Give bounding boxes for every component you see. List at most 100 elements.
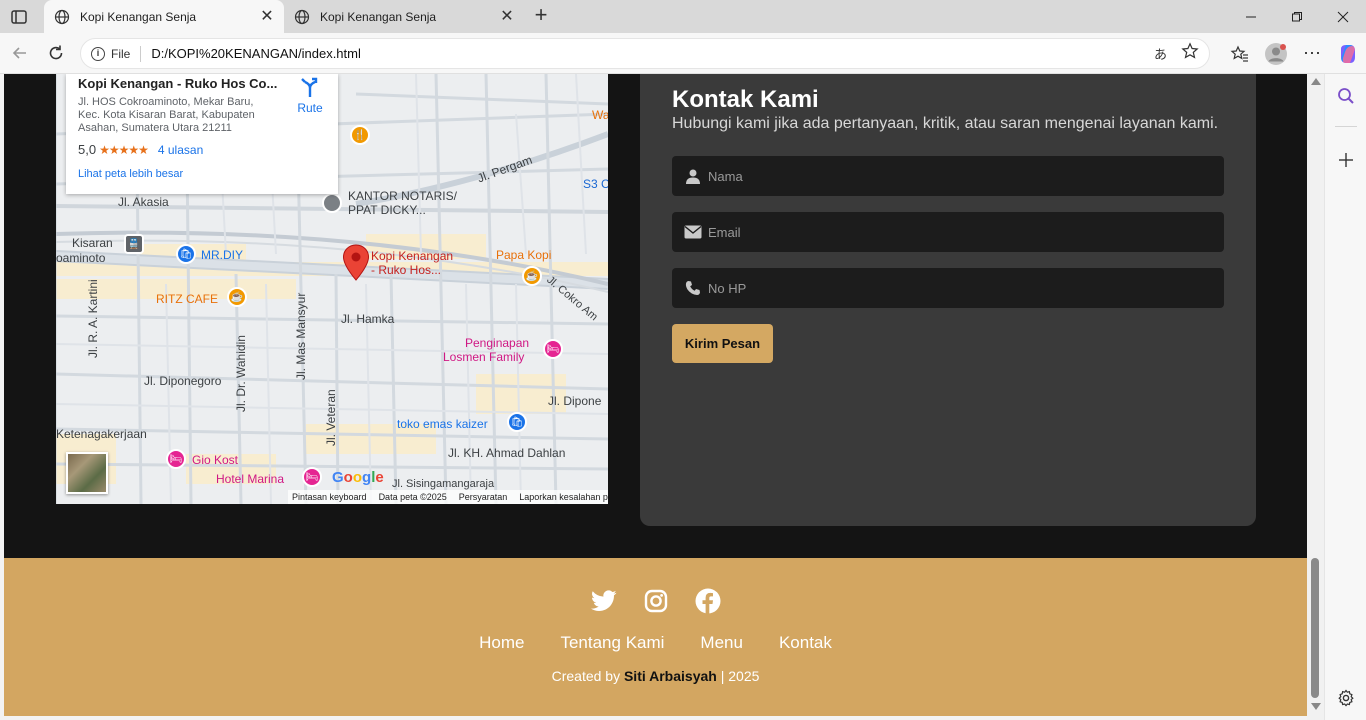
map-attribution-bar: Pintasan keyboard Data peta ©2025 Persya… xyxy=(288,490,608,504)
place-pin-icon[interactable] xyxy=(322,193,342,213)
scroll-down-arrow-icon[interactable] xyxy=(1311,703,1321,710)
star-rating-icon: ★★★★★ xyxy=(99,142,149,157)
search-icon[interactable] xyxy=(1334,84,1358,108)
new-tab-button[interactable]: + xyxy=(530,4,552,27)
info-icon: i xyxy=(91,46,105,61)
footer-link-about[interactable]: Tentang Kami xyxy=(560,633,664,653)
map-data-label: Data peta ©2025 xyxy=(378,492,447,502)
tab-active[interactable]: Kopi Kenangan Senja ✕ xyxy=(44,0,284,33)
cafe-pin-icon[interactable]: ☕ xyxy=(227,287,247,307)
map-label: PPAT DICKY... xyxy=(348,203,426,217)
terms-link[interactable]: Persyaratan xyxy=(459,492,508,502)
directions-icon xyxy=(301,77,318,97)
browser-toolbar: i File D:/KOPI%20KENANGAN/index.html あ ⋯ xyxy=(0,33,1366,74)
close-window-button[interactable] xyxy=(1320,0,1366,33)
keyboard-shortcuts-link[interactable]: Pintasan keyboard xyxy=(292,492,367,502)
credit-year: | 2025 xyxy=(720,668,760,684)
phone-field[interactable] xyxy=(672,268,1224,308)
map-label: Wa xyxy=(592,108,608,122)
report-error-link[interactable]: Laporkan kesalahan peta xyxy=(519,492,608,502)
site-info-button[interactable]: i File xyxy=(91,46,130,61)
credit-prefix: Created by xyxy=(551,668,621,684)
page-scrollbar[interactable] xyxy=(1307,74,1324,720)
send-message-button[interactable]: Kirim Pesan xyxy=(672,324,773,363)
shopping-pin-icon[interactable]: 🛍 xyxy=(507,412,527,432)
location-marker-icon[interactable] xyxy=(342,244,370,287)
map-label: Jl. R. A. Kartini xyxy=(86,279,100,358)
page-viewport: KANTOR NOTARIS/ PPAT DICKY... Jl. Akasia… xyxy=(4,74,1307,716)
map-label: Kisaran xyxy=(72,236,113,250)
email-input[interactable] xyxy=(708,224,1208,240)
satellite-toggle[interactable] xyxy=(66,452,108,494)
map-label: Jl. Dr. Wahidin xyxy=(234,335,248,412)
favorites-icon[interactable] xyxy=(1222,39,1258,69)
hotel-pin-icon[interactable]: 🛏 xyxy=(543,339,563,359)
map-label: toko emas kaizer xyxy=(397,417,488,431)
reviews-link[interactable]: 4 ulasan xyxy=(158,143,203,157)
edge-sidebar xyxy=(1324,74,1366,720)
map-label: Jl. Diponegoro xyxy=(144,374,222,388)
tab-actions-icon[interactable] xyxy=(8,6,30,28)
phone-input[interactable] xyxy=(708,280,1208,296)
map-label: oaminoto xyxy=(56,251,106,265)
contact-title: Kontak Kami xyxy=(672,86,819,113)
favorite-star-icon[interactable] xyxy=(1181,42,1199,65)
hotel-pin-icon[interactable]: 🛏 xyxy=(302,467,322,487)
social-links xyxy=(591,588,721,614)
footer-link-home[interactable]: Home xyxy=(479,633,524,653)
close-tab-icon[interactable]: ✕ xyxy=(500,8,514,24)
map-label: Jl. KH. Ahmad Dahlan xyxy=(448,446,566,460)
tab-bar: Kopi Kenangan Senja ✕ Kopi Kenangan Senj… xyxy=(0,0,1366,33)
restaurant-pin-icon[interactable]: 🍴 xyxy=(350,125,370,145)
directions-button[interactable]: Rute xyxy=(290,76,330,115)
map-label: Losmen Family xyxy=(443,350,525,364)
settings-gear-icon[interactable] xyxy=(1334,686,1358,710)
address-bar[interactable]: i File D:/KOPI%20KENANGAN/index.html あ xyxy=(80,38,1210,69)
contact-subtitle: Hubungi kami jika ada pertanyaan, kritik… xyxy=(672,115,1219,132)
scroll-up-arrow-icon[interactable] xyxy=(1311,78,1321,85)
name-input[interactable] xyxy=(708,168,1208,184)
contact-section: KANTOR NOTARIS/ PPAT DICKY... Jl. Akasia… xyxy=(4,74,1307,558)
map-label: Ketenagakerjaan xyxy=(56,427,147,441)
view-larger-map-link[interactable]: Lihat peta lebih besar xyxy=(78,168,326,180)
restore-button[interactable] xyxy=(1274,0,1320,33)
minimize-button[interactable] xyxy=(1228,0,1274,33)
contact-form-card: Kontak Kami Hubungi kami jika ada pertan… xyxy=(640,74,1256,526)
footer-link-contact[interactable]: Kontak xyxy=(779,633,832,653)
back-arrow-icon[interactable] xyxy=(8,41,32,65)
more-options-icon[interactable]: ⋯ xyxy=(1294,39,1330,69)
url-text[interactable]: D:/KOPI%20KENANGAN/index.html xyxy=(151,46,1154,61)
phone-icon xyxy=(684,279,702,297)
footer-link-menu[interactable]: Menu xyxy=(700,633,743,653)
address-divider xyxy=(140,45,142,62)
site-footer: Home Tentang Kami Menu Kontak Created by… xyxy=(4,558,1307,716)
map-label: Hotel Marina xyxy=(216,472,285,486)
read-aloud-icon[interactable]: あ xyxy=(1154,44,1167,63)
user-icon xyxy=(684,167,702,185)
twitter-icon[interactable] xyxy=(591,588,617,614)
facebook-icon[interactable] xyxy=(695,588,721,614)
train-station-icon[interactable]: 🚆 xyxy=(124,234,144,254)
cafe-pin-icon[interactable]: ☕ xyxy=(522,266,542,286)
google-map-embed[interactable]: KANTOR NOTARIS/ PPAT DICKY... Jl. Akasia… xyxy=(56,74,608,504)
map-label: Penginapan xyxy=(465,336,530,350)
shopping-pin-icon[interactable]: 🛍 xyxy=(176,244,196,264)
name-field[interactable] xyxy=(672,156,1224,196)
copilot-icon[interactable] xyxy=(1330,39,1366,69)
globe-icon xyxy=(54,9,70,25)
add-sidebar-app-icon[interactable] xyxy=(1334,148,1358,172)
map-label: Jl. Hamka xyxy=(341,312,395,326)
email-field[interactable] xyxy=(672,212,1224,252)
close-tab-icon[interactable]: ✕ xyxy=(260,8,274,24)
hotel-pin-icon[interactable]: 🛏 xyxy=(166,449,186,469)
globe-icon xyxy=(294,9,310,25)
map-label: Jl. Dipone xyxy=(548,394,602,408)
footer-credit: Created by Siti Arbaisyah | 2025 xyxy=(4,668,1307,684)
footer-nav: Home Tentang Kami Menu Kontak xyxy=(4,633,1307,653)
tab-inactive[interactable]: Kopi Kenangan Senja ✕ xyxy=(284,0,524,33)
scroll-thumb[interactable] xyxy=(1311,558,1319,698)
reload-icon[interactable] xyxy=(44,41,68,65)
tab-title: Kopi Kenangan Senja xyxy=(80,9,197,24)
profile-avatar[interactable] xyxy=(1258,39,1294,69)
instagram-icon[interactable] xyxy=(643,588,669,614)
